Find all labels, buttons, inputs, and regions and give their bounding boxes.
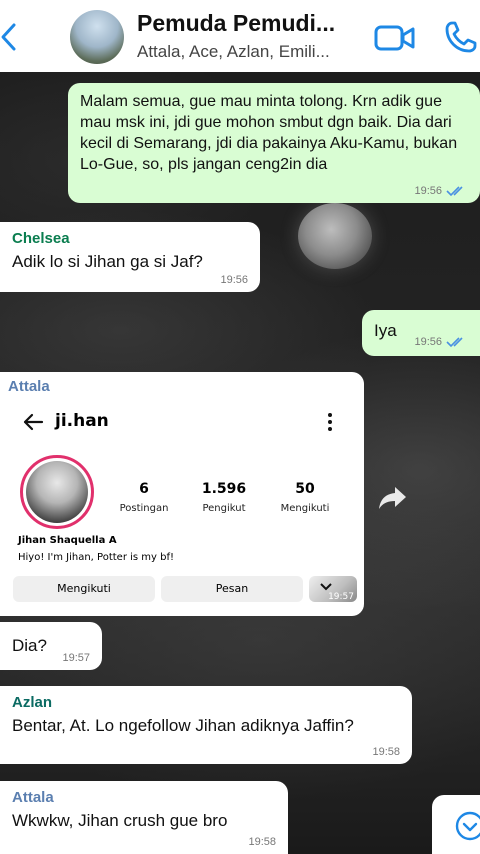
- outgoing-message[interactable]: Iya 19:56: [362, 310, 480, 356]
- forward-icon[interactable]: [376, 480, 410, 514]
- profile-avatar: [20, 455, 94, 529]
- following-button: Mengikuti: [13, 576, 155, 602]
- outgoing-message[interactable]: Malam semua, gue mau minta tolong. Krn a…: [68, 83, 480, 203]
- wallpaper-moon: [298, 203, 372, 269]
- chevron-down-icon: [455, 811, 480, 841]
- message-time: 19:58: [372, 746, 400, 758]
- video-call-icon[interactable]: [374, 23, 416, 53]
- incoming-message[interactable]: Dia? 19:57: [0, 622, 102, 670]
- message-time: 19:58: [248, 836, 276, 848]
- message-time: 19:56: [414, 185, 442, 197]
- posts-count: 6: [139, 481, 149, 497]
- sender-name: Azlan: [12, 694, 53, 711]
- sender-name: Attala: [12, 789, 54, 806]
- message-meta: 19:56: [414, 185, 468, 197]
- message-text: Bentar, At. Lo ngefollow Jihan adiknya J…: [12, 716, 354, 735]
- followers-count: 1.596: [201, 481, 247, 497]
- message-text: Adik lo si Jihan ga si Jaf?: [12, 252, 203, 271]
- message-time: 19:56: [414, 336, 442, 348]
- message-time: 19:57: [62, 652, 90, 664]
- chevron-down-icon: [320, 583, 332, 591]
- chat-header: Pemuda Pemudi... Attala, Ace, Azlan, Emi…: [0, 0, 480, 72]
- group-members[interactable]: Attala, Ace, Azlan, Emili...: [137, 42, 330, 62]
- profile-username: ji.han: [55, 411, 109, 431]
- profile-name: Jihan Shaquella A: [18, 535, 117, 546]
- message-button: Pesan: [161, 576, 303, 602]
- followers-label: Pengikut: [202, 503, 246, 514]
- message-meta: 19:58: [372, 746, 400, 758]
- group-avatar[interactable]: [70, 10, 124, 64]
- following-stat: 50 Mengikuti: [265, 481, 345, 514]
- read-receipt-icon: [446, 337, 463, 348]
- posts-stat: 6 Postingan: [104, 481, 184, 514]
- incoming-message[interactable]: Chelsea Adik lo si Jihan ga si Jaf? 19:5…: [0, 222, 260, 292]
- message-meta: 19:58: [248, 836, 276, 848]
- shared-profile-screenshot[interactable]: ji.han 6 Postingan 1.596 Pengikut 50 Men…: [10, 398, 360, 608]
- following-count: 50: [295, 481, 315, 497]
- profile-bio: Hiyo! I'm Jihan, Potter is my bf!: [18, 552, 174, 563]
- read-receipt-icon: [446, 186, 463, 197]
- message-meta: 19:57: [62, 652, 90, 664]
- message-text: Wkwkw, Jihan crush gue bro: [12, 811, 228, 830]
- message-time: 19:56: [220, 274, 248, 286]
- incoming-message[interactable]: Attala Wkwkw, Jihan crush gue bro 19:58: [0, 781, 288, 854]
- message-text: Malam semua, gue mau minta tolong. Krn a…: [80, 93, 458, 173]
- following-label: Mengikuti: [280, 503, 330, 514]
- sender-name: Attala: [8, 378, 50, 395]
- message-meta: 19:56: [414, 336, 468, 348]
- scroll-to-bottom-button[interactable]: [432, 795, 480, 854]
- more-options-icon: [328, 413, 332, 431]
- message-time: 19:57: [328, 592, 354, 602]
- incoming-message[interactable]: Azlan Bentar, At. Lo ngefollow Jihan adi…: [0, 686, 412, 764]
- back-arrow-icon[interactable]: [0, 22, 18, 52]
- sender-name: Chelsea: [12, 230, 70, 247]
- message-meta: 19:56: [220, 274, 248, 286]
- group-title[interactable]: Pemuda Pemudi...: [137, 10, 335, 37]
- followers-stat: 1.596 Pengikut: [184, 481, 264, 514]
- posts-label: Postingan: [119, 503, 169, 514]
- back-arrow-icon: [23, 413, 44, 431]
- phone-call-icon[interactable]: [444, 20, 478, 54]
